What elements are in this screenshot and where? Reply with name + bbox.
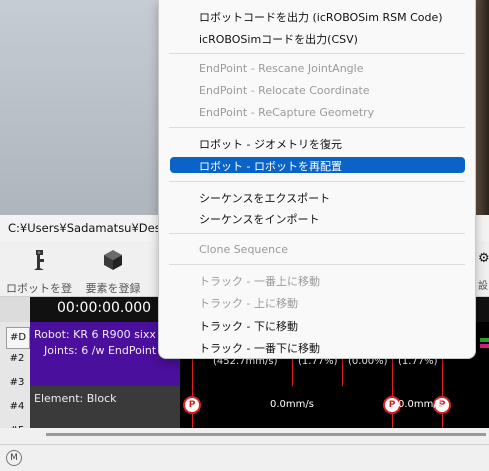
row-index-3[interactable]: #3 [6, 373, 28, 393]
menu-item-relocate-coordinate[interactable]: EndPoint - Relocate Coordinate [199, 84, 370, 97]
menu-item-export-rsm-code[interactable]: ロボットコードを出力 (icROBOSim RSM Code) [199, 9, 443, 25]
menu-item-import-sequence[interactable]: シーケンスをインポート [199, 211, 319, 227]
menu-item-track-move-up[interactable]: トラック - 上に移動 [199, 295, 298, 311]
context-menu: ロボットコードを出力 (icROBOSim RSM Code) icROBOSi… [158, 0, 476, 359]
scrollbar-thumb[interactable] [46, 433, 486, 436]
status-bar: M [0, 444, 489, 471]
settings-label: 設 [478, 281, 488, 292]
track-value: 0.0mm/s [398, 399, 442, 410]
menu-item-rescan-joint-angle[interactable]: EndPoint - Rescane JointAngle [199, 62, 363, 75]
menu-separator [169, 127, 465, 128]
row-index-d[interactable]: #D [6, 327, 30, 349]
menu-item-export-sequence[interactable]: シーケンスをエクスポート [199, 190, 330, 206]
menu-item-track-move-top[interactable]: トラック - 一番上に移動 [199, 273, 320, 289]
menu-separator [169, 233, 465, 234]
register-robot-button[interactable]: ロボットを登録 [2, 244, 76, 311]
row-index-column: #D #2 #3 #4 #5 [0, 322, 30, 442]
menu-item-relocate-robot[interactable]: ロボット - ロボットを再配置 [199, 158, 342, 174]
menu-separator [169, 53, 465, 54]
menu-item-recapture-geometry[interactable]: EndPoint - ReCapture Geometry [199, 106, 374, 119]
menu-item-restore-geometry[interactable]: ロボット - ジオメトリを復元 [199, 136, 342, 152]
element-track[interactable]: P P P 0.0mm/s 0.0mm/s [180, 386, 489, 428]
robot-icon [34, 250, 44, 270]
row-index-4[interactable]: #4 [6, 397, 28, 417]
gear-icon: ⚙ [478, 251, 489, 266]
mode-badge[interactable]: M [6, 450, 22, 466]
menu-separator [169, 181, 465, 182]
settings-button[interactable]: ⚙ 設 [478, 251, 489, 292]
row-index-2[interactable]: #2 [6, 349, 28, 369]
track-value: 0.0mm/s [270, 399, 314, 410]
status-stripe [480, 344, 489, 348]
register-element-label: 要素を登録 [85, 282, 141, 295]
register-element-button[interactable]: 要素を登録 [76, 244, 150, 295]
time-value: 00:00:00.000 [57, 300, 152, 316]
element-track-header[interactable]: Element: Block [30, 386, 180, 428]
path-text: C:¥Users¥Sadamatsu¥Deskto [8, 221, 179, 235]
element-name: Element: Block [34, 392, 117, 405]
menu-item-export-csv[interactable]: icROBOSimコードを出力(CSV) [199, 31, 358, 47]
robot-joints: Joints: 6 /w EndPoint [44, 344, 157, 357]
keyframe-pin[interactable]: P [183, 396, 201, 414]
status-stripe [480, 338, 489, 342]
menu-item-clone-sequence[interactable]: Clone Sequence [199, 243, 288, 256]
menu-separator [169, 264, 465, 265]
menu-item-track-move-bottom[interactable]: トラック - 一番下に移動 [199, 340, 320, 356]
horizontal-scrollbar[interactable] [0, 428, 489, 444]
menu-item-track-move-down[interactable]: トラック - 下に移動 [199, 318, 298, 334]
cube-icon [104, 250, 122, 270]
robot-name: Robot: KR 6 R900 sixx [34, 328, 156, 341]
